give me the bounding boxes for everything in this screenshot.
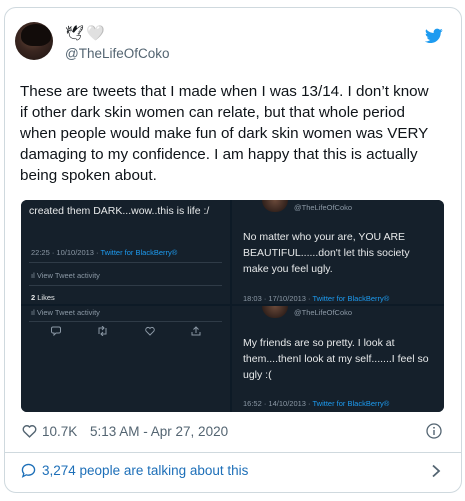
share-icon	[191, 326, 201, 339]
media-image-4[interactable]: @TheLifeOfCoko My friends are so pretty.…	[232, 306, 444, 412]
screenshot-avatar	[262, 306, 288, 318]
tweet-text: These are tweets that I made when I was …	[20, 83, 429, 184]
screenshot-action-row	[41, 325, 211, 340]
screenshot-tweet-meta: 22:25 · 10/10/2013 · Twitter for BlackBe…	[31, 248, 178, 257]
media-image-3[interactable]: @TheLifeOfCoko No matter who your are, Y…	[232, 200, 444, 304]
reply-icon	[51, 326, 61, 339]
media-image-1[interactable]: created them DARK...wow..this is life :/…	[21, 200, 230, 304]
screenshot-tweet-meta: 16:52 · 14/10/2013 · Twitter for BlackBe…	[243, 399, 390, 408]
likes-count-label: 2 Likes	[31, 293, 55, 302]
media-image-2[interactable]: ıl View Tweet activity	[21, 306, 230, 412]
chevron-right-icon[interactable]	[431, 464, 441, 478]
tweet-timestamp[interactable]: 5:13 AM - Apr 27, 2020	[90, 424, 228, 439]
author-handle[interactable]: @TheLifeOfCoko	[65, 46, 170, 61]
author-name[interactable]: 🕊🤍	[65, 26, 107, 42]
speech-bubble-icon	[21, 463, 36, 478]
screenshot-handle: @TheLifeOfCoko	[294, 308, 353, 317]
divider	[29, 285, 222, 286]
like-heart-icon[interactable]	[22, 424, 37, 438]
tweet-media-grid[interactable]: created them DARK...wow..this is life :/…	[21, 200, 444, 412]
screenshot-handle: @TheLifeOfCoko	[294, 203, 353, 212]
screenshot-tweet-text: No matter who your are, YOU ARE BEAUTIFU…	[243, 231, 410, 275]
screenshot-tweet-meta: 18:03 · 17/10/2013 · Twitter for BlackBe…	[243, 294, 390, 303]
retweet-icon	[97, 325, 108, 339]
screenshot-tweet-text: created them DARK...wow..this is life :/	[29, 205, 210, 217]
info-icon[interactable]	[426, 423, 442, 439]
footer-divider	[5, 452, 461, 453]
view-activity-label: ıl View Tweet activity	[31, 308, 100, 317]
twitter-bird-icon[interactable]	[425, 28, 443, 44]
view-activity-label: ıl View Tweet activity	[31, 271, 100, 280]
like-count[interactable]: 10.7K	[42, 424, 77, 439]
divider	[29, 262, 222, 263]
like-icon	[145, 326, 155, 339]
screenshot-tweet-text: My friends are so pretty. I look at them…	[243, 337, 429, 381]
tweet-header: 🕊🤍 @TheLifeOfCoko	[15, 22, 445, 66]
tweet-footer: 10.7K 5:13 AM - Apr 27, 2020	[22, 423, 442, 443]
conversation-link[interactable]: 3,274 people are talking about this	[21, 462, 441, 480]
conversation-label[interactable]: 3,274 people are talking about this	[42, 463, 248, 478]
avatar[interactable]	[15, 22, 53, 60]
divider	[29, 321, 222, 322]
screenshot-avatar	[262, 200, 288, 212]
